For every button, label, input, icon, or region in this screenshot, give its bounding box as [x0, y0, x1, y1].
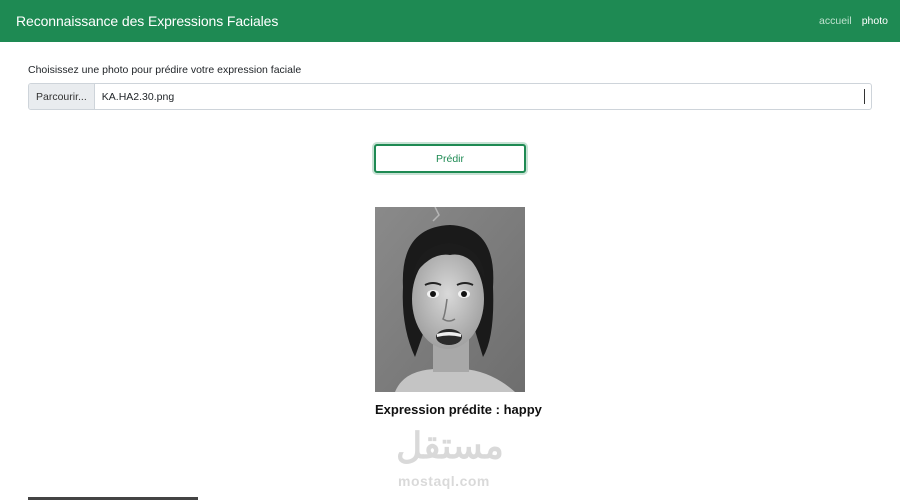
navbar: Reconnaissance des Expressions Faciales … — [0, 0, 900, 42]
file-input-label: Choisissez une photo pour prédire votre … — [28, 64, 302, 76]
watermark-logo: مستقل mostaql.com — [396, 425, 506, 495]
nav-link-accueil[interactable]: accueil — [819, 15, 852, 27]
nav-link-photo[interactable]: photo — [862, 15, 888, 27]
navbar-brand[interactable]: Reconnaissance des Expressions Faciales — [16, 13, 278, 29]
predict-button[interactable]: Prédir — [374, 144, 526, 173]
watermark-arabic: مستقل — [396, 425, 504, 466]
text-cursor — [864, 89, 865, 104]
selected-file-name: KA.HA2.30.png — [101, 90, 175, 103]
prediction-result: Expression prédite : happy — [375, 402, 542, 417]
browse-button[interactable]: Parcourir... — [29, 84, 95, 109]
watermark-latin: mostaql.com — [398, 473, 490, 489]
face-photo-illustration — [375, 207, 525, 392]
file-input[interactable]: Parcourir... KA.HA2.30.png — [28, 83, 872, 110]
face-photo — [375, 207, 525, 392]
nav-links: accueil photo — [819, 15, 888, 27]
